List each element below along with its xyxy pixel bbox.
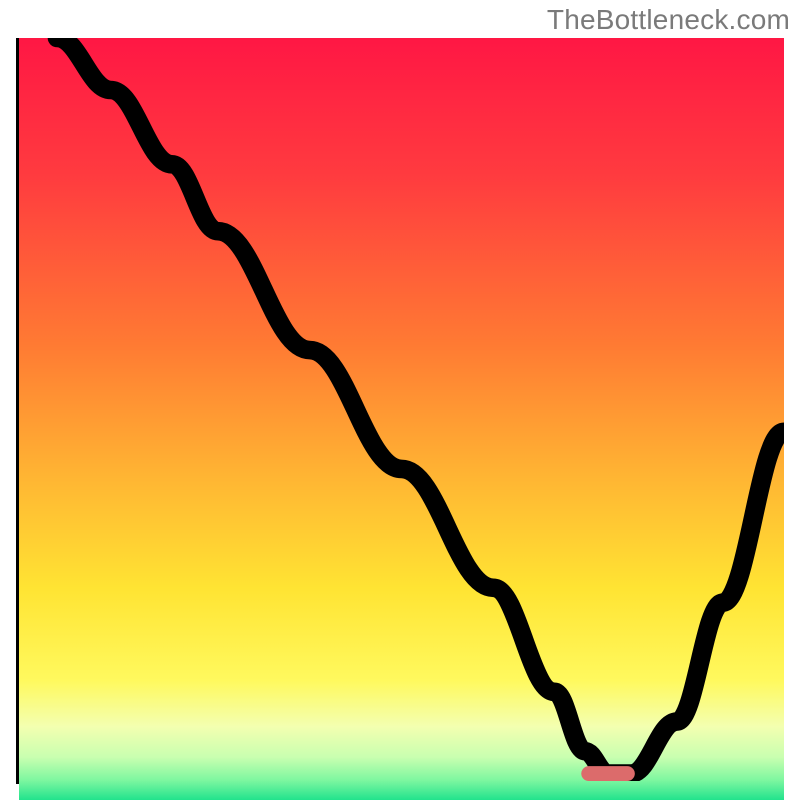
plot-area bbox=[16, 38, 784, 784]
bottleneck-curve bbox=[57, 38, 784, 774]
watermark-text: TheBottleneck.com bbox=[547, 4, 790, 36]
curve-layer bbox=[19, 38, 784, 781]
optimal-marker bbox=[581, 766, 635, 781]
chart-frame: TheBottleneck.com bbox=[0, 0, 800, 800]
